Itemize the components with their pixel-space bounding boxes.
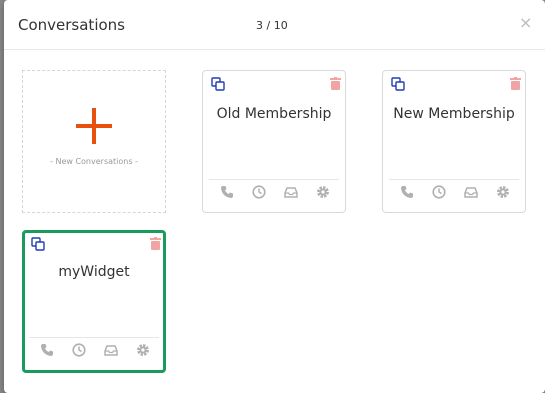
conversation-card[interactable]: Old Membership xyxy=(202,70,346,213)
trash-icon[interactable] xyxy=(330,77,341,90)
conversation-card[interactable]: New Membership xyxy=(382,70,526,213)
conversations-modal: Conversations 3 / 10 × - New Conversatio… xyxy=(4,0,545,393)
phone-icon[interactable] xyxy=(40,343,54,357)
conversation-name: myWidget xyxy=(58,264,130,280)
new-conversation-label: - New Conversations - xyxy=(50,157,138,166)
clock-icon[interactable] xyxy=(72,343,86,357)
clock-icon[interactable] xyxy=(432,185,446,199)
plus-icon xyxy=(76,108,112,144)
trash-icon[interactable] xyxy=(510,77,521,90)
modal-title: Conversations xyxy=(18,16,125,34)
copy-icon[interactable] xyxy=(391,77,405,91)
inbox-icon[interactable] xyxy=(284,185,298,199)
card-divider xyxy=(389,179,519,180)
copy-icon[interactable] xyxy=(31,237,45,251)
inbox-icon[interactable] xyxy=(464,185,478,199)
modal-header: Conversations 3 / 10 × xyxy=(4,0,545,50)
conversation-name: Old Membership xyxy=(216,106,332,122)
gear-icon[interactable] xyxy=(316,185,330,199)
gear-icon[interactable] xyxy=(496,185,510,199)
conversation-name: New Membership xyxy=(393,106,515,122)
card-divider xyxy=(209,179,339,180)
copy-icon[interactable] xyxy=(211,77,225,91)
new-conversation-button[interactable]: - New Conversations - xyxy=(22,70,166,213)
phone-icon[interactable] xyxy=(400,185,414,199)
gear-icon[interactable] xyxy=(136,343,150,357)
phone-icon[interactable] xyxy=(220,185,234,199)
conversation-card-selected[interactable]: myWidget xyxy=(22,230,166,373)
card-divider xyxy=(29,337,159,338)
clock-icon[interactable] xyxy=(252,185,266,199)
conversation-counter: 3 / 10 xyxy=(256,19,288,32)
inbox-icon[interactable] xyxy=(104,343,118,357)
close-icon[interactable]: × xyxy=(519,13,532,32)
trash-icon[interactable] xyxy=(150,237,161,250)
